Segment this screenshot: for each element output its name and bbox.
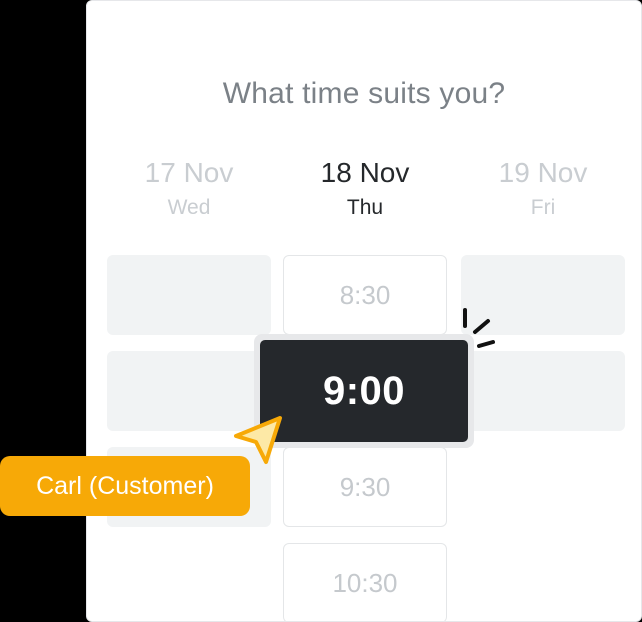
time-slot-900-selected[interactable]: 9:00 [254, 334, 474, 448]
time-slot-830[interactable]: 8:30 [283, 255, 447, 335]
time-slot-930[interactable]: 9:30 [283, 447, 447, 527]
empty-slot [461, 351, 625, 431]
day-weekday: Thu [346, 196, 384, 219]
user-name-tag: Carl (Customer) [0, 456, 250, 516]
day-date: 17 Nov [144, 157, 234, 188]
day-date: 19 Nov [498, 157, 588, 188]
day-header-wed[interactable]: 17 Nov Wed [107, 155, 271, 223]
selected-time-label: 9:00 [260, 340, 468, 442]
sparkle-burst-icon [463, 308, 495, 348]
day-weekday: Fri [530, 196, 556, 219]
time-slot-1030[interactable]: 10:30 [283, 543, 447, 621]
day-date: 18 Nov [320, 157, 410, 188]
day-header-fri[interactable]: 19 Nov Fri [461, 155, 625, 223]
empty-slot [107, 255, 271, 335]
day-header-thu[interactable]: 18 Nov Thu [283, 155, 447, 223]
day-weekday: Wed [167, 196, 211, 219]
booking-card: What time suits you? 17 Nov Wed 18 Nov T… [86, 0, 642, 622]
page-title: What time suits you? [222, 77, 506, 110]
